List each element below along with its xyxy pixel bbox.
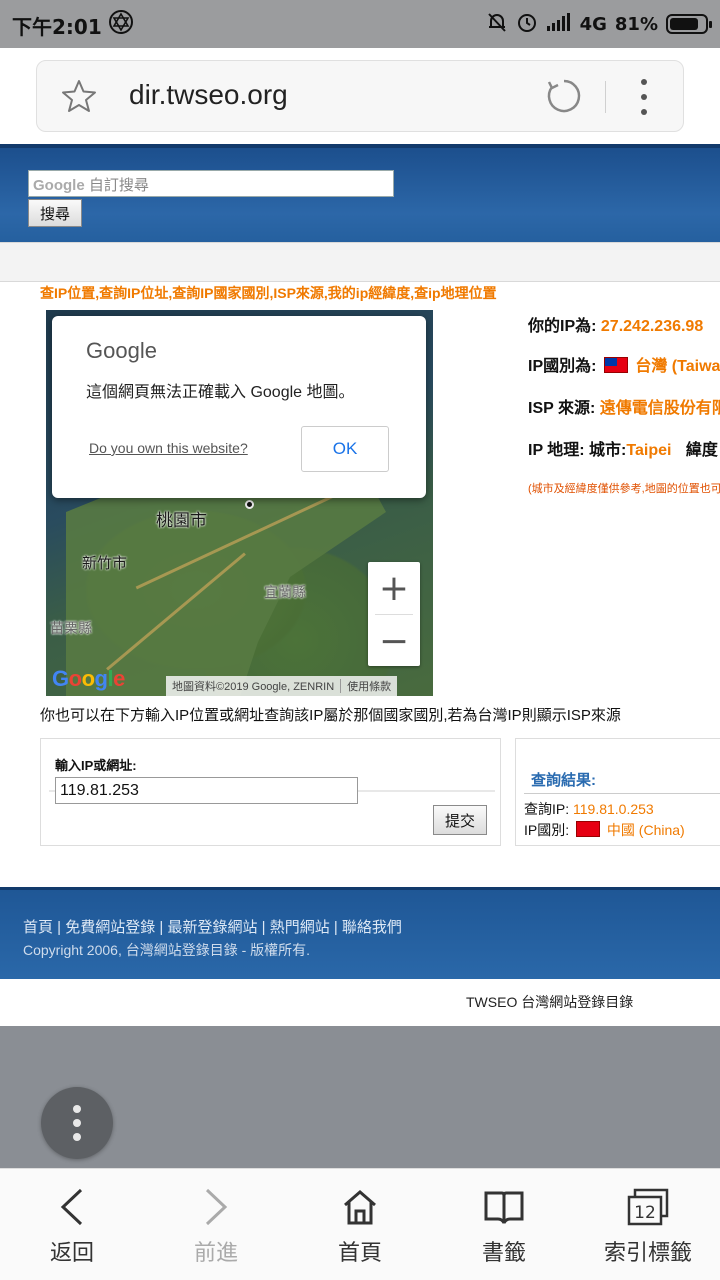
address-bar[interactable]: dir.twseo.org [36,60,684,132]
search-placeholder: 自訂搜尋 [88,177,149,194]
map-location-pin [245,500,254,509]
result-country-row: IP國別: 中國 (China) [524,820,685,840]
map-label-yilan: 宜蘭縣 [264,584,306,600]
taiwan-flag-icon [603,357,628,373]
nav-tabs[interactable]: 12 索引標籤 [576,1169,720,1280]
query-instructions: 你也可以在下方輸入IP位置或網址查詢該IP屬於那個國家國別,若為台灣IP則顯示I… [40,707,621,724]
dialog-message: 這個網頁無法正確載入 Google 地圖。 [86,384,355,401]
dialog-google-logo: Google [86,338,157,363]
nav-forward-label: 前進 [193,1241,238,1266]
query-result: 查詢結果: 查詢IP: 119.81.0.253 IP國別: 中國 (China… [515,738,720,846]
site-brand: TWSEO 台灣網站登錄目錄 [466,994,634,1010]
search-button[interactable]: 搜尋 [28,199,82,227]
google-map[interactable]: 桃園市 新竹市 宜蘭縣 苗栗縣 + − Google 地圖資料©2019 Goo… [46,310,433,696]
result-ip-value: 119.81.0.253 [573,801,654,817]
nav-bookmarks[interactable]: 書籤 [432,1169,576,1280]
site-footer: 首頁 | 免費網站登錄 | 最新登錄網站 | 熱門網站 | 聯絡我們 Copyr… [0,887,720,979]
map-zoom-control: + − [368,562,420,666]
submit-button[interactable]: 提交 [433,805,487,835]
china-flag-icon [576,821,601,837]
map-attribution-text: 地圖資料©2019 Google, ZENRIN [172,681,335,693]
toolbar-divider [605,81,606,113]
result-ip-row: 查詢IP: 119.81.0.253 [524,799,654,819]
geo-lat-label: 緯度 [685,442,718,459]
country-row: IP國別為: 台灣 (Taiwan) [528,352,720,376]
map-attribution: 地圖資料©2019 Google, ZENRIN 使用條款 [166,676,398,696]
geo-note: (城市及經緯度僅供參考,地圖的位置也可能有誤差) [528,483,720,495]
network-type: 4G [579,13,607,35]
star-of-david-icon [108,9,134,39]
tab-count: 12 [634,1203,656,1223]
result-country-label: IP國別: [524,822,570,838]
nav-forward[interactable]: 前進 [144,1169,288,1280]
country-value: 台灣 (Taiwan) [635,358,720,375]
status-icons: 4G 81% [486,10,712,38]
url-text[interactable]: dir.twseo.org [129,79,288,111]
map-label-hsinchu: 新竹市 [82,555,128,572]
geo-label: IP 地理: 城市: [528,442,627,459]
back-arrow-icon [50,1185,94,1229]
ip-row: 你的IP為: 27.242.236.98 [528,312,703,336]
bookmark-star-icon[interactable] [61,78,97,118]
ip-label: 你的IP為: [528,318,597,335]
footer-links[interactable]: 首頁 | 免費網站登錄 | 最新登錄網站 | 熱門網站 | 聯絡我們 [23,916,402,937]
ip-value: 27.242.236.98 [600,318,704,335]
map-terms-link[interactable]: 使用條款 [347,678,391,694]
result-title: 查詢結果: [531,772,596,789]
battery-percent: 81% [614,13,658,35]
google-watermark: Google [33,177,85,194]
nav-back-label: 返回 [49,1241,94,1266]
home-icon [338,1185,382,1229]
isp-row: ISP 來源: 遠傳電信股份有限公司 [528,394,720,418]
map-label-taoyuan: 桃園市 [156,511,207,530]
map-label-miaoli: 苗栗縣 [50,620,92,636]
result-country-value: 中國 (China) [606,822,685,838]
more-menu-icon[interactable] [635,79,653,115]
forward-arrow-icon [194,1185,238,1229]
ip-query-input[interactable] [55,777,358,804]
query-form: 輸入IP或網址: 提交 [40,738,501,846]
bookmark-book-icon [482,1185,526,1229]
alarm-icon [516,11,538,37]
battery-icon [666,14,712,34]
nav-back[interactable]: 返回 [0,1169,144,1280]
zoom-out-button[interactable]: − [368,615,420,667]
footer-copyright: Copyright 2006, 台灣網站登錄目錄 - 版權所有. [23,942,311,958]
country-label: IP國別為: [528,358,597,375]
own-website-link[interactable]: Do you own this website? [89,440,248,456]
status-time: 下午2:01 [12,15,102,39]
nav-tabs-label: 索引標籤 [603,1241,692,1266]
reload-icon[interactable] [545,77,583,119]
tabs-icon: 12 [626,1185,670,1229]
result-ip-label: 查詢IP: [524,801,570,817]
nav-home[interactable]: 首頁 [288,1169,432,1280]
isp-label: ISP 來源: [528,400,596,417]
google-search-input[interactable]: Google 自訂搜尋 [28,170,394,197]
browser-toolbar: dir.twseo.org [0,48,720,144]
dialog-ok-button[interactable]: OK [301,426,389,472]
isp-value: 遠傳電信股份有限公司 [599,400,720,417]
nav-bookmarks-label: 書籤 [481,1241,526,1266]
geo-row: IP 地理: 城市:Taipei 緯度 [528,436,718,460]
map-error-dialog: Google 這個網頁無法正確載入 Google 地圖。 Do you own … [52,316,426,498]
browser-bottom-nav: 返回 前進 首頁 書籤 12 索引標籤 [0,1168,720,1280]
status-bar: 下午2:01 4G 81% [0,0,720,48]
nav-band [0,242,720,282]
floating-menu-button[interactable] [41,1087,113,1159]
query-label: 輸入IP或網址: [55,758,137,773]
google-map-logo: Google [52,666,125,691]
geo-city: Taipei [626,442,672,459]
web-page: Google 自訂搜尋 搜尋 查IP位置,查詢IP位址,查詢IP國家國別,ISP… [0,144,720,1026]
nav-home-label: 首頁 [337,1241,382,1266]
mute-bell-icon [486,11,508,37]
signal-icon [546,12,572,36]
page-headline: 查IP位置,查詢IP位址,查詢IP國家國別,ISP來源,我的ip經緯度,查ip地… [40,285,497,301]
zoom-in-button[interactable]: + [368,562,420,614]
site-header: Google 自訂搜尋 搜尋 [0,144,720,242]
